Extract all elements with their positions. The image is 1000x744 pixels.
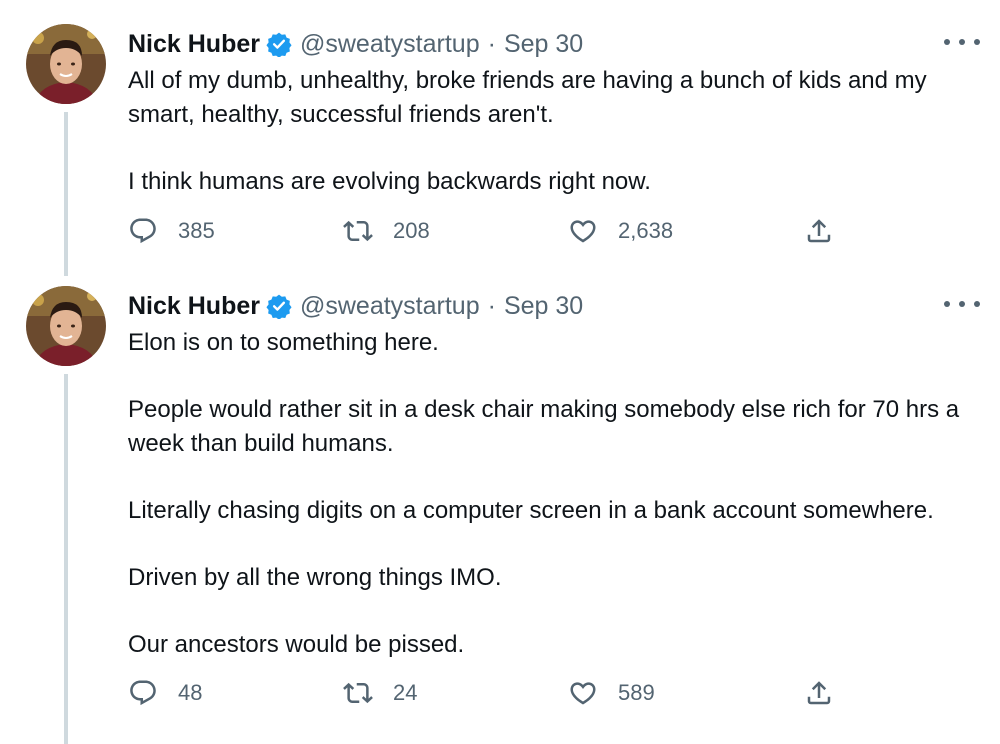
retweet-button[interactable]: 208 <box>343 216 430 246</box>
avatar[interactable] <box>26 24 106 104</box>
tweet-text: Elon is on to something here. People wou… <box>128 326 988 661</box>
author-name[interactable]: Nick Huber <box>128 292 260 321</box>
like-button[interactable]: 589 <box>568 678 655 708</box>
tweet[interactable]: Nick Huber @sweatystartup · Sep 30 All o… <box>0 0 1000 270</box>
retweet-count: 24 <box>393 680 418 705</box>
author-handle[interactable]: @sweatystartup <box>300 292 480 321</box>
tweet-header: Nick Huber @sweatystartup · Sep 30 <box>128 28 980 60</box>
retweet-button[interactable]: 24 <box>343 678 417 708</box>
share-button[interactable] <box>804 678 834 708</box>
share-icon <box>807 681 831 705</box>
separator-dot: · <box>487 29 496 58</box>
retweet-icon <box>343 220 373 242</box>
reply-icon <box>130 680 156 706</box>
like-count: 2,638 <box>618 218 674 243</box>
tweet-text: All of my dumb, unhealthy, broke friends… <box>128 64 988 198</box>
tweet-paragraph: Elon is on to something here. <box>128 329 439 356</box>
tweet-paragraph: Our ancestors would be pissed. <box>128 630 465 658</box>
reply-count: 48 <box>178 680 203 705</box>
author-handle[interactable]: @sweatystartup <box>300 30 480 59</box>
tweet-date[interactable]: Sep 30 <box>504 292 583 321</box>
retweet-icon <box>343 682 373 704</box>
verified-badge-icon <box>266 32 292 57</box>
retweet-count: 208 <box>393 218 430 243</box>
verified-badge-icon <box>266 294 292 319</box>
tweet-date[interactable]: Sep 30 <box>504 30 583 59</box>
share-icon <box>807 219 831 243</box>
reply-button[interactable]: 48 <box>128 678 202 708</box>
avatar[interactable] <box>26 286 106 366</box>
reply-button[interactable]: 385 <box>128 216 215 246</box>
tweet-paragraph: Driven by all the wrong things IMO. <box>128 563 502 591</box>
heart-icon <box>570 220 596 243</box>
more-dots-icon[interactable] <box>944 294 980 314</box>
tweet-header: Nick Huber @sweatystartup · Sep 30 <box>128 290 980 322</box>
share-button[interactable] <box>804 216 834 246</box>
more-dots-icon[interactable] <box>944 32 980 52</box>
reply-icon <box>130 218 156 244</box>
like-count: 589 <box>618 680 655 705</box>
separator-dot: · <box>487 291 496 320</box>
tweet[interactable]: Nick Huber @sweatystartup · Sep 30 Elon … <box>0 262 1000 744</box>
tweet-paragraph: I think humans are evolving backwards ri… <box>128 167 651 195</box>
tweet-paragraph: People would rather sit in a desk chair … <box>128 396 960 457</box>
tweet-actions: 48 24 589 <box>128 678 848 714</box>
author-name[interactable]: Nick Huber <box>128 30 260 59</box>
reply-count: 385 <box>178 218 215 243</box>
heart-icon <box>570 682 596 705</box>
like-button[interactable]: 2,638 <box>568 216 673 246</box>
tweet-paragraph: Literally chasing digits on a computer s… <box>128 496 934 524</box>
tweet-actions: 385 208 2,638 <box>128 216 848 252</box>
tweet-paragraph: All of my dumb, unhealthy, broke friends… <box>128 67 927 128</box>
tweet-thread: Nick Huber @sweatystartup · Sep 30 All o… <box>0 0 1000 744</box>
